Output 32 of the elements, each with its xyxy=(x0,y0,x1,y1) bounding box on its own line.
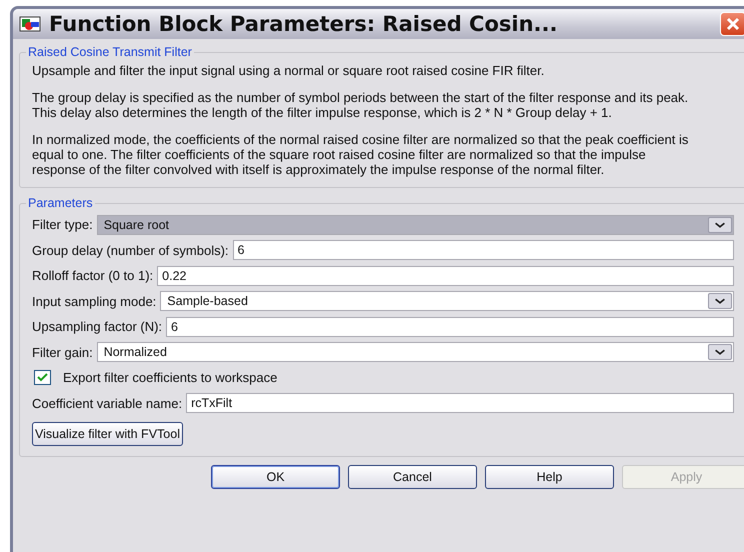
field-label: Filter gain: xyxy=(32,344,93,360)
visualize-button[interactable]: Visualize filter with FVTool xyxy=(32,422,183,446)
dialog-button[interactable]: OK xyxy=(211,465,340,489)
text-field[interactable]: 0.22 xyxy=(157,266,734,286)
dropdown[interactable]: Sample-based xyxy=(160,291,734,312)
description-text: Upsample and filter the input signal using a normal or square root raised cosine FIR filter. xyxy=(32,63,546,78)
chevron-down-icon xyxy=(708,344,732,360)
dropdown[interactable]: Normalized xyxy=(96,342,734,362)
checkbox-label: Export filter coefficients to workspace xyxy=(63,370,278,386)
close-icon xyxy=(726,17,740,31)
dropdown[interactable]: Square root xyxy=(96,214,734,235)
group-title: Raised Cosine Transmit Filter xyxy=(27,45,193,59)
block-icon xyxy=(19,16,41,32)
dialog-button[interactable]: Cancel xyxy=(348,465,477,489)
checkbox[interactable] xyxy=(34,370,51,386)
group-title: Parameters xyxy=(27,196,94,210)
field-label: Input sampling mode: xyxy=(32,294,156,309)
text-field[interactable]: rcTxFilt xyxy=(186,393,734,414)
chevron-down-icon xyxy=(708,293,732,310)
description-text: The group delay is specified as the number of symbol periods between the start of the filter response and its peak. This delay also determines the length of the filter impulse response, which is 2 * N * Group delay + 1. xyxy=(32,90,690,120)
description-text: In normalized mode, the coefficients of the normal raised cosine filter are normalized so that the peak coefficient is equal to one. The filter coefficients of the square root raised cosine filter are normalized so that the impulse response of the filter convolved with itself is approximately the impulse response of the normal filter. xyxy=(32,132,690,177)
chevron-down-icon xyxy=(708,216,732,233)
close-button[interactable] xyxy=(720,12,744,36)
field-label: Coefficient variable name: xyxy=(32,396,182,411)
window-title: Function Block Parameters: Raised Cosin... xyxy=(49,12,558,36)
dialog-button[interactable]: Help xyxy=(485,465,614,489)
field-label: Upsampling factor (N): xyxy=(32,319,162,334)
text-field[interactable]: 6 xyxy=(232,240,734,260)
field-label: Group delay (number of symbols): xyxy=(32,242,229,258)
field-label: Rolloff factor (0 to 1): xyxy=(32,268,154,284)
field-label: Filter type: xyxy=(32,217,93,232)
text-field[interactable]: 6 xyxy=(166,316,734,337)
